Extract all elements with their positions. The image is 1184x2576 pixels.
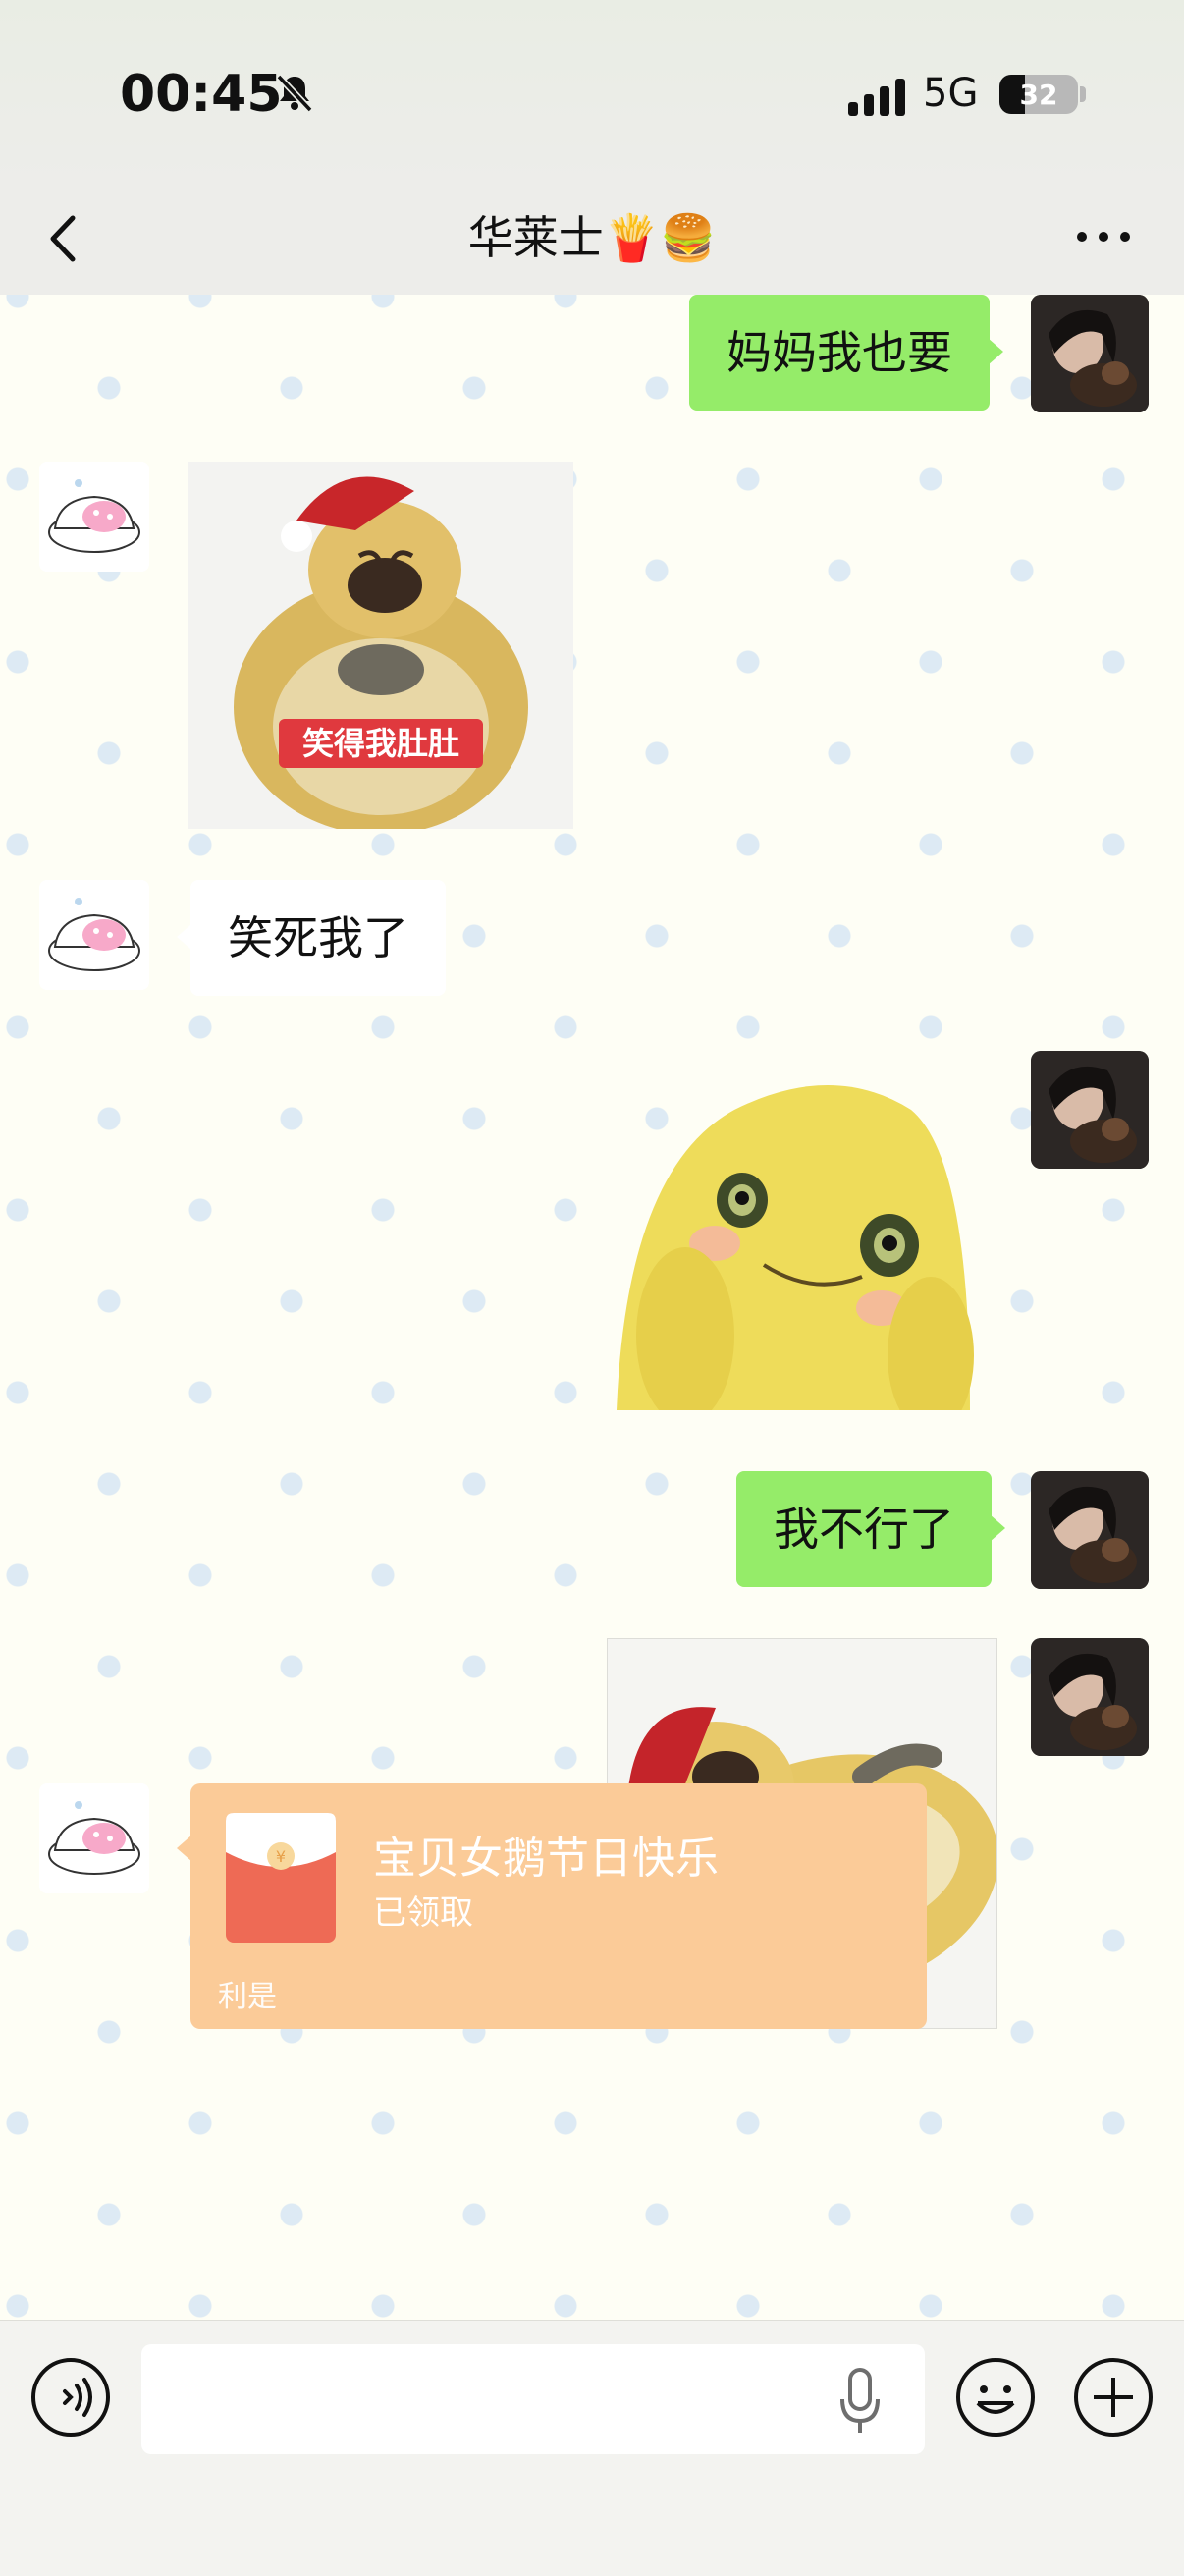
status-bar: 00:45 5G 32 [0, 0, 1184, 187]
avatar[interactable] [39, 1783, 149, 1893]
chat-header: 华莱士🍟🍔 [0, 187, 1184, 296]
more-dots-icon[interactable] [1074, 222, 1133, 251]
status-time: 00:45 [120, 65, 283, 124]
red-envelope-icon: ¥ [226, 1813, 336, 1943]
message-bubble-own[interactable]: 我不行了 [736, 1471, 1005, 1587]
plus-circle-icon[interactable] [1072, 2356, 1155, 2439]
emoji-icon[interactable] [954, 2356, 1037, 2439]
red-packet-status: 已领取 [373, 1893, 473, 1933]
network-type: 5G [923, 71, 979, 116]
chat-title: 华莱士🍟🍔 [467, 211, 717, 264]
user-photo-avatar [1031, 1471, 1149, 1589]
avatar[interactable] [1031, 1638, 1149, 1756]
user-photo-avatar [1031, 1051, 1149, 1169]
cartoon-avatar [39, 1783, 149, 1893]
input-bar [0, 2320, 1184, 2576]
avatar[interactable] [1031, 1051, 1149, 1169]
message-list[interactable]: 妈妈我也要 笑得我肚肚 笑死我了 我不行了 ¥ 宝贝女鹅节日快乐 已领取 利是 [0, 295, 1184, 2320]
red-packet-message[interactable]: ¥ 宝贝女鹅节日快乐 已领取 利是 [177, 1783, 927, 2029]
signal-bars-icon [848, 79, 905, 116]
user-photo-avatar [1031, 295, 1149, 412]
avatar[interactable] [1031, 295, 1149, 412]
user-photo-avatar [1031, 1638, 1149, 1756]
battery-tip [1080, 86, 1086, 102]
cartoon-avatar [39, 462, 149, 572]
message-input[interactable] [141, 2344, 925, 2454]
red-packet-title: 宝贝女鹅节日快乐 [373, 1834, 719, 1884]
cartoon-avatar [39, 880, 149, 990]
voice-icon[interactable] [29, 2356, 112, 2439]
avatar[interactable] [39, 880, 149, 990]
battery-indicator: 32 [999, 75, 1078, 114]
microphone-icon[interactable] [834, 2366, 886, 2437]
shy-creature-sticker [617, 1085, 974, 1410]
bell-slash-icon [276, 74, 313, 113]
avatar[interactable] [39, 462, 149, 572]
red-packet-label: 利是 [218, 1980, 277, 2014]
svg-text:¥: ¥ [276, 1847, 286, 1866]
message-bubble-own[interactable]: 妈妈我也要 [689, 295, 1003, 411]
message-bubble-other[interactable]: 笑死我了 [177, 880, 446, 996]
battery-percent: 32 [1019, 79, 1058, 111]
sticker-message[interactable]: 笑得我肚肚 [188, 462, 573, 829]
laughing-creature-sticker: 笑得我肚肚 [188, 462, 573, 829]
sticker-message[interactable] [617, 1051, 980, 1410]
avatar[interactable] [1031, 1471, 1149, 1589]
sticker-caption: 笑得我肚肚 [302, 725, 459, 762]
